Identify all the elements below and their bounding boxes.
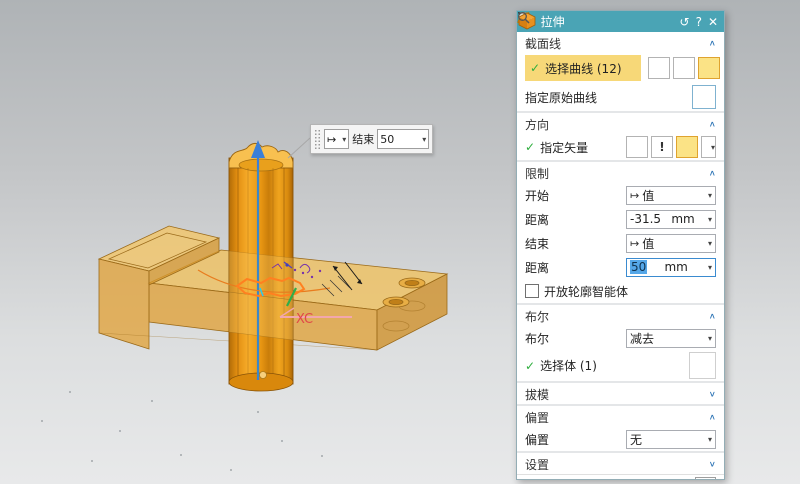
deselect-icon[interactable] [648, 57, 670, 79]
start-option-value: 值 [642, 187, 654, 204]
section-line-title: 截面线 [525, 35, 709, 52]
end-distance-unit: mm [664, 260, 687, 274]
draft-title: 拔模 [525, 386, 709, 403]
chevron-down-icon: ▾ [419, 135, 426, 144]
chevron-down-icon: ▾ [705, 435, 712, 444]
direction-group: 方向 ∧ ✓ 指定矢量 ! ▾ [517, 111, 724, 160]
offset-value: 无 [630, 431, 642, 448]
boolean-label: 布尔 [525, 330, 626, 347]
chevron-down-icon: ▾ [708, 143, 715, 152]
end-distance-input[interactable]: 50 ▾ [377, 129, 429, 149]
specify-origin-curve-label: 指定原始曲线 [525, 89, 689, 106]
reset-icon[interactable]: ↺ [680, 16, 690, 28]
open-profile-label: 开放轮廓智能体 [544, 283, 628, 300]
chevron-up-icon[interactable]: ∧ [709, 312, 716, 321]
dialog-body: 截面线 ∧ ✓ 选择曲线 (12) [517, 32, 724, 479]
drag-handle[interactable] [314, 129, 321, 149]
start-distance-unit: mm [671, 212, 694, 226]
chevron-down-icon[interactable]: ∨ [709, 390, 716, 399]
extrude-dialog: ⚙ 拉伸 ↺ ? ✕ 截面线 ∧ ✓ 选择曲线 (12) [516, 10, 725, 480]
maps-to-icon: ↦ [630, 189, 639, 202]
select-curve-label: 选择曲线 (12) [545, 60, 621, 77]
xc-axis-label: XC [296, 312, 313, 327]
end-distance-value: 50 [630, 260, 647, 274]
chevron-down-icon: ▾ [705, 239, 712, 248]
open-profile-checkbox[interactable] [525, 284, 539, 298]
start-distance-label: 距离 [525, 211, 626, 228]
draft-group: 拔模 ∨ [517, 381, 724, 404]
reverse-direction-icon[interactable]: ! [651, 136, 673, 158]
start-label: 开始 [525, 187, 626, 204]
vector-dialog-icon[interactable] [676, 136, 698, 158]
chevron-up-icon[interactable]: ∧ [709, 169, 716, 178]
tooltip-leader-line [288, 138, 310, 158]
offset-label: 偏置 [525, 431, 626, 448]
curve-icon[interactable] [698, 57, 720, 79]
close-icon[interactable]: ✕ [708, 16, 718, 28]
chevron-down-icon: ▾ [705, 215, 712, 224]
end-distance-value: 50 [380, 133, 394, 146]
end-option-dropdown[interactable]: ↦ 值 ▾ [626, 234, 716, 253]
check-icon: ✓ [530, 61, 540, 75]
end-distance-input[interactable]: 50 mm ▾ [626, 258, 716, 277]
end-label: 结束 [525, 235, 626, 252]
chevron-up-icon[interactable]: ∧ [709, 39, 716, 48]
end-option-value: 值 [642, 235, 654, 252]
chevron-up-icon[interactable]: ∧ [709, 120, 716, 129]
section-line-header[interactable]: 截面线 ∧ [517, 32, 724, 53]
dialog-titlebar[interactable]: ⚙ 拉伸 ↺ ? ✕ [517, 11, 724, 32]
chevron-down-icon: ▾ [705, 334, 712, 343]
draft-header[interactable]: 拔模 ∨ [517, 383, 724, 404]
end-distance-label: 距离 [525, 259, 626, 276]
select-curve-row[interactable]: ✓ 选择曲线 (12) [525, 55, 641, 81]
deselect-icon[interactable] [626, 136, 648, 158]
start-option-dropdown[interactable]: ↦ 值 ▾ [626, 186, 716, 205]
boolean-dropdown[interactable]: 减去 ▾ [626, 329, 716, 348]
boolean-header[interactable]: 布尔 ∧ [517, 305, 724, 326]
vector-options-dropdown[interactable]: ▾ [701, 136, 716, 158]
start-distance-input[interactable]: -31.5 mm ▾ [626, 210, 716, 229]
check-icon: ✓ [525, 359, 535, 373]
profile-curve-icon[interactable] [692, 85, 716, 109]
offset-title: 偏置 [525, 409, 709, 426]
check-icon: ✓ [525, 140, 535, 154]
offset-header[interactable]: 偏置 ∧ [517, 406, 724, 427]
viewport-dust [41, 391, 323, 471]
direction-title: 方向 [525, 116, 709, 133]
start-distance-value: -31.5 [630, 212, 661, 226]
boolean-group: 布尔 ∧ 布尔 减去 ▾ ✓ 选择体 (1) [517, 303, 724, 381]
boolean-title: 布尔 [525, 308, 709, 325]
limits-group: 限制 ∧ 开始 ↦ 值 ▾ 距离 -31.5 mm ▾ [517, 160, 724, 303]
application-window: XC ↦ ▾ 结束 50 ▾ ⚙ 拉伸 ↺ ? ✕ 截面线 [0, 0, 800, 484]
select-body-button[interactable] [689, 352, 716, 379]
help-icon[interactable]: ? [696, 16, 702, 28]
model-extrude-column[interactable] [229, 143, 293, 391]
select-body-label: 选择体 (1) [540, 357, 689, 374]
boolean-value: 减去 [630, 330, 654, 347]
direction-header[interactable]: 方向 ∧ [517, 113, 724, 134]
settings-title: 设置 [525, 456, 709, 473]
maps-to-icon: ↦ [327, 133, 336, 146]
specify-vector-label: 指定矢量 [540, 139, 623, 156]
chevron-down-icon: ▾ [339, 135, 346, 144]
show-result-button[interactable] [695, 477, 716, 479]
end-limit-option-dropdown[interactable]: ↦ ▾ [324, 129, 349, 149]
dialog-title: 拉伸 [541, 13, 674, 30]
settings-header[interactable]: 设置 ∨ [517, 453, 724, 474]
section-line-group: 截面线 ∧ ✓ 选择曲线 (12) [517, 32, 724, 111]
chevron-down-icon: ▾ [705, 263, 712, 272]
limits-title: 限制 [525, 165, 709, 182]
chevron-down-icon[interactable]: ∨ [709, 460, 716, 469]
chevron-up-icon[interactable]: ∧ [709, 413, 716, 422]
settings-group: 设置 ∨ 预览 显示结果 [517, 451, 724, 479]
offset-group: 偏置 ∧ 偏置 无 ▾ [517, 404, 724, 451]
end-distance-label: 结束 [352, 131, 374, 147]
onscreen-input-toolbar[interactable]: ↦ ▾ 结束 50 ▾ [310, 124, 433, 154]
curve-rule-icon[interactable] [673, 57, 695, 79]
offset-dropdown[interactable]: 无 ▾ [626, 430, 716, 449]
maps-to-icon: ↦ [630, 237, 639, 250]
chevron-down-icon: ▾ [705, 191, 712, 200]
limits-header[interactable]: 限制 ∧ [517, 162, 724, 183]
